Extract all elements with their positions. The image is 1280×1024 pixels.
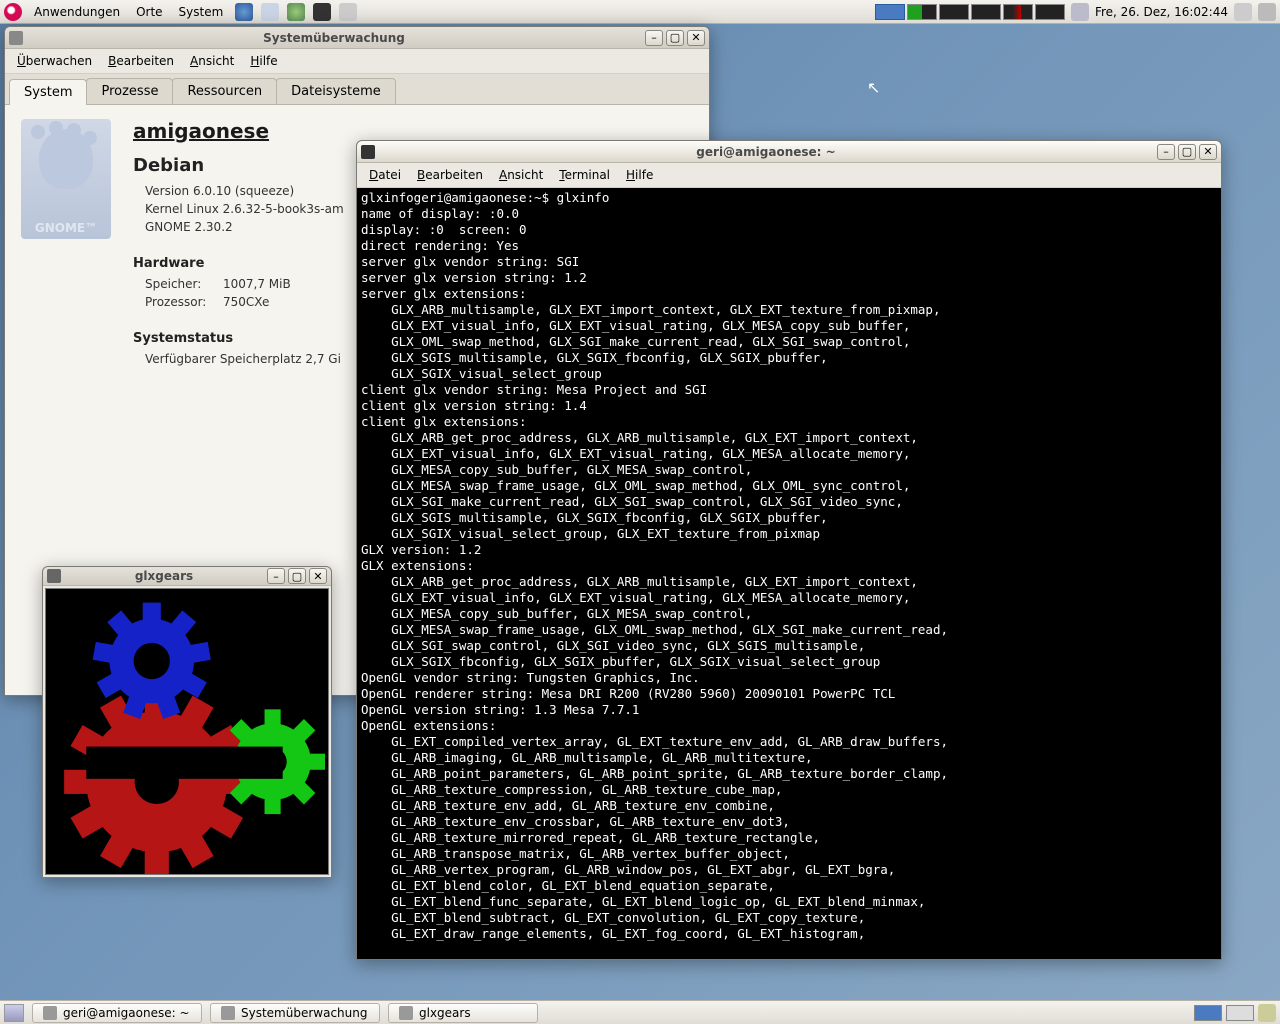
- mouse-cursor-icon: ↖: [867, 78, 880, 97]
- workspace-1[interactable]: [1194, 1005, 1222, 1021]
- applications-menu[interactable]: Anwendungen: [30, 5, 124, 19]
- debian-logo-icon: [4, 3, 22, 21]
- glxgears-canvas: [45, 588, 329, 875]
- glxgears-window: glxgears – ▢ ✕: [42, 566, 332, 878]
- glxgears-titlebar[interactable]: glxgears – ▢ ✕: [43, 567, 331, 586]
- gnome-logo-label: GNOME™: [35, 221, 97, 235]
- system-label: System: [179, 5, 224, 19]
- tab-filesystems[interactable]: Dateisysteme: [276, 78, 396, 104]
- menu-edit[interactable]: Bearbeiten: [102, 52, 180, 70]
- memory-value: 1007,7 MiB: [223, 277, 291, 291]
- maximize-button[interactable]: ▢: [1178, 144, 1196, 160]
- glxgears-title: glxgears: [67, 569, 261, 583]
- menu-edit[interactable]: Bearbeiten: [411, 166, 489, 184]
- places-menu[interactable]: Orte: [132, 5, 166, 19]
- hardware-heading: Hardware: [133, 256, 344, 271]
- workspace-2[interactable]: [1226, 1005, 1254, 1021]
- top-panel: Anwendungen Orte System Fre, 26. Dez, 16…: [0, 0, 1280, 24]
- network-icon[interactable]: [1071, 3, 1089, 21]
- gnome-version: GNOME 2.30.2: [145, 220, 344, 234]
- glxgears-icon: [47, 569, 61, 583]
- system-menu[interactable]: System: [175, 5, 228, 19]
- status-heading: Systemstatus: [133, 331, 344, 346]
- places-label: Orte: [136, 5, 162, 19]
- sysmon-menubar: Überwachen Bearbeiten Ansicht Hilfe: [5, 49, 709, 74]
- processor-value: 750CXe: [223, 295, 269, 309]
- terminal-titlebar[interactable]: geri@amigaonese: ~ – ▢ ✕: [357, 141, 1221, 163]
- volume-icon[interactable]: [1234, 3, 1252, 21]
- sysmon-title: Systemüberwachung: [29, 31, 639, 45]
- hostname: amigaonese: [133, 119, 344, 143]
- power-icon[interactable]: [1258, 3, 1276, 21]
- taskbar-terminal[interactable]: geri@amigaonese: ~: [32, 1003, 202, 1023]
- memory-label: Speicher:: [145, 277, 215, 291]
- taskbar-sysmon-label: Systemüberwachung: [241, 1006, 368, 1020]
- sysmon-icon: [221, 1006, 235, 1020]
- terminal-menubar: Datei Bearbeiten Ansicht Terminal Hilfe: [357, 163, 1221, 188]
- terminal-window: geri@amigaonese: ~ – ▢ ✕ Datei Bearbeite…: [356, 140, 1222, 960]
- window-icon: [399, 1006, 413, 1020]
- close-button[interactable]: ✕: [309, 568, 327, 584]
- gears-icon[interactable]: [339, 3, 357, 21]
- mail-icon[interactable]: [261, 3, 279, 21]
- terminal-icon: [43, 1006, 57, 1020]
- browser-icon[interactable]: [235, 3, 253, 21]
- taskbar-glxgears[interactable]: glxgears: [388, 1003, 538, 1023]
- sysmon-titlebar[interactable]: Systemüberwachung – ▢ ✕: [5, 27, 709, 49]
- taskbar-sysmon[interactable]: Systemüberwachung: [210, 1003, 380, 1023]
- maximize-button[interactable]: ▢: [288, 568, 306, 584]
- minimize-button[interactable]: –: [267, 568, 285, 584]
- terminal-icon: [361, 145, 375, 159]
- show-desktop-button[interactable]: [4, 1004, 24, 1022]
- terminal-launcher-icon[interactable]: [313, 3, 331, 21]
- menu-monitor[interactable]: Überwachen: [11, 52, 98, 70]
- gears-svg: [46, 589, 328, 874]
- trash-icon[interactable]: [1258, 1004, 1276, 1022]
- menu-file[interactable]: Datei: [363, 166, 407, 184]
- processor-label: Prozessor:: [145, 295, 215, 309]
- taskbar-terminal-label: geri@amigaonese: ~: [63, 1006, 190, 1020]
- kernel-version: Kernel Linux 2.6.32-5-book3s-am: [145, 202, 344, 216]
- maximize-button[interactable]: ▢: [666, 30, 684, 46]
- system-monitor-applet[interactable]: [875, 4, 1065, 20]
- sysmon-icon: [9, 31, 23, 45]
- menu-view[interactable]: Ansicht: [184, 52, 240, 70]
- tab-processes[interactable]: Prozesse: [86, 78, 173, 104]
- menu-view[interactable]: Ansicht: [493, 166, 549, 184]
- taskbar-glxgears-label: glxgears: [419, 1006, 471, 1020]
- applications-label: Anwendungen: [34, 5, 120, 19]
- bottom-panel: geri@amigaonese: ~ Systemüberwachung glx…: [0, 1000, 1280, 1024]
- terminal-output[interactable]: glxinfogeri@amigaonese:~$ glxinfo name o…: [357, 188, 1221, 959]
- disk-space: Verfügbarer Speicherplatz 2,7 Gi: [145, 352, 344, 366]
- help-icon[interactable]: [287, 3, 305, 21]
- debian-version: Version 6.0.10 (squeeze): [145, 184, 344, 198]
- close-button[interactable]: ✕: [1199, 144, 1217, 160]
- minimize-button[interactable]: –: [1157, 144, 1175, 160]
- menu-help[interactable]: Hilfe: [244, 52, 283, 70]
- terminal-title: geri@amigaonese: ~: [381, 145, 1151, 159]
- close-button[interactable]: ✕: [687, 30, 705, 46]
- menu-help[interactable]: Hilfe: [620, 166, 659, 184]
- distro-name: Debian: [133, 155, 344, 176]
- gnome-logo-icon: GNOME™: [21, 119, 111, 239]
- clock[interactable]: Fre, 26. Dez, 16:02:44: [1095, 5, 1228, 19]
- tab-system[interactable]: System: [9, 79, 87, 105]
- minimize-button[interactable]: –: [645, 30, 663, 46]
- menu-terminal[interactable]: Terminal: [553, 166, 616, 184]
- sysmon-tabs: System Prozesse Ressourcen Dateisysteme: [5, 74, 709, 105]
- tab-resources[interactable]: Ressourcen: [172, 78, 277, 104]
